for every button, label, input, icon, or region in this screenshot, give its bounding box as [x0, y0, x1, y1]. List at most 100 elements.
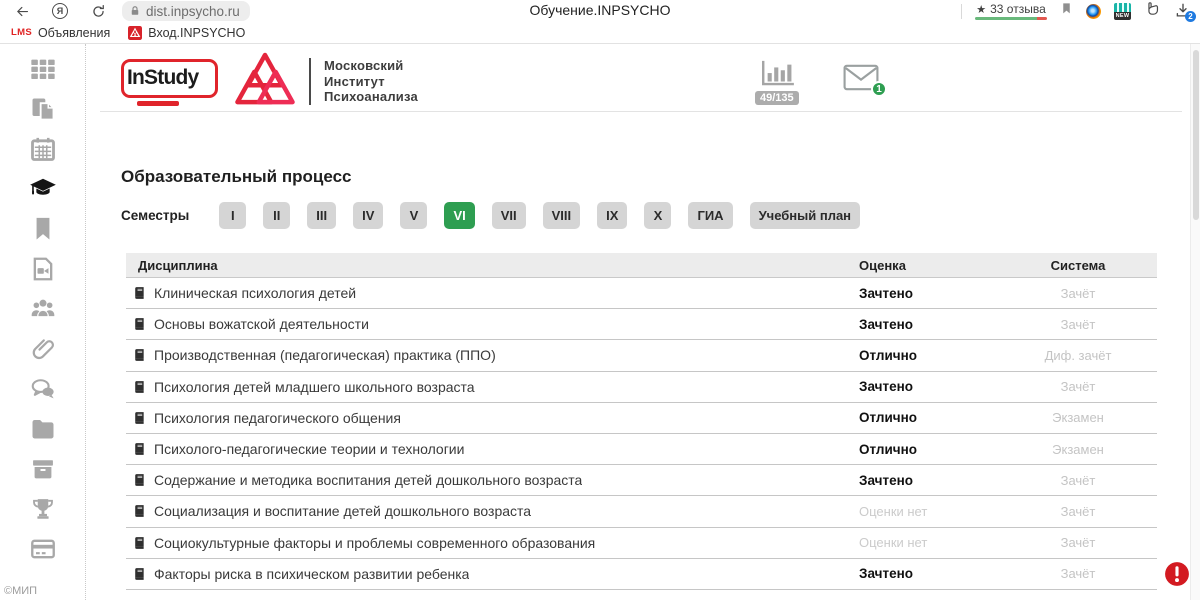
reload-icon [91, 4, 106, 19]
semester-button-i[interactable]: I [219, 202, 246, 229]
book-icon [132, 286, 146, 300]
table-row[interactable]: Производственная (педагогическая) практи… [126, 340, 1157, 371]
bookmark-label: Объявления [38, 26, 110, 40]
grade-value: Зачтено [859, 473, 999, 488]
address-bar[interactable]: dist.inpsycho.ru [122, 1, 250, 21]
discipline-cell[interactable]: Психология педагогического общения [126, 410, 859, 426]
site-reviews-button[interactable]: ★ 33 отзыва [975, 2, 1047, 20]
semester-button-vi[interactable]: VI [444, 202, 474, 229]
sidebar-item-messages[interactable] [28, 377, 58, 405]
semester-button-vii[interactable]: VII [492, 202, 526, 229]
extension-browser-icon[interactable] [1086, 4, 1101, 19]
sidebar-item-files[interactable] [28, 417, 58, 445]
table-row[interactable]: Социокультурные факторы и проблемы совре… [126, 528, 1157, 559]
mip-logo-icon [233, 51, 297, 107]
sidebar-item-achievements[interactable] [28, 497, 58, 525]
discipline-cell[interactable]: Факторы риска в психическом развитии реб… [126, 566, 859, 582]
discipline-name: Психология детей младшего школьного возр… [154, 379, 475, 395]
logo-divider [309, 58, 311, 105]
extension-new-icon[interactable]: NEW [1114, 3, 1131, 20]
semester-button-v[interactable]: V [400, 202, 427, 229]
sidebar-item-attachments[interactable] [28, 337, 58, 365]
instudy-logo[interactable]: InStudy [121, 59, 218, 107]
payments-icon [29, 535, 57, 568]
discipline-name: Социализация и воспитание детей дошкольн… [154, 503, 531, 519]
bookmark-item-login[interactable]: Вход.INPSYCHO [124, 26, 249, 40]
reload-button[interactable] [86, 1, 110, 21]
book-icon [132, 473, 146, 487]
instudy-logo-text: InStudy [127, 66, 198, 90]
table-row[interactable]: Основы вожатской деятельностиЗачтеноЗачё… [126, 309, 1157, 340]
table-header: Дисциплина Оценка Система [126, 253, 1157, 278]
progress-stats-button[interactable]: 49/135 [755, 59, 799, 105]
achievements-icon [29, 495, 57, 528]
table-row[interactable]: Психолого-педагогические теории и технол… [126, 434, 1157, 465]
rating-bar [975, 17, 1047, 20]
sidebar-item-documents[interactable] [28, 97, 58, 125]
sidebar-item-education[interactable] [28, 177, 58, 205]
browser-nav-buttons: Я dist.inpsycho.ru [0, 1, 250, 21]
back-button[interactable] [10, 1, 34, 21]
discipline-cell[interactable]: Социокультурные факторы и проблемы совре… [126, 535, 859, 551]
files-icon [29, 415, 57, 448]
book-icon [132, 380, 146, 394]
discipline-name: Факторы риска в психическом развитии реб… [154, 566, 469, 582]
bookmark-icon [29, 215, 57, 248]
sidebar-item-groups[interactable] [28, 297, 58, 325]
semester-button-гиа[interactable]: ГИА [688, 202, 732, 229]
semester-button-ii[interactable]: II [263, 202, 290, 229]
bookmark-label: Вход.INPSYCHO [148, 26, 245, 40]
toolbar-separator [961, 4, 962, 19]
semester-button-iii[interactable]: III [307, 202, 336, 229]
downloads-button[interactable]: 2 [1174, 2, 1192, 20]
discipline-name: Основы вожатской деятельности [154, 316, 369, 332]
scrollbar-thumb[interactable] [1193, 50, 1199, 220]
grade-value: Отлично [859, 348, 999, 363]
discipline-cell[interactable]: Психология детей младшего школьного возр… [126, 379, 859, 395]
discipline-cell[interactable]: Клиническая психология детей [126, 285, 859, 301]
table-row[interactable]: Клиническая психология детейЗачтеноЗачёт [126, 278, 1157, 309]
mail-button[interactable]: 1 [843, 64, 879, 91]
table-row[interactable]: Психология детей младшего школьного возр… [126, 372, 1157, 403]
book-icon [132, 504, 146, 518]
new-icon-pattern [1114, 3, 1131, 12]
institute-name-line: Московский [324, 58, 418, 74]
browser-toolbar: Я dist.inpsycho.ru Обучение.INPSYCHO ★ 3… [0, 0, 1200, 22]
alert-badge[interactable] [1164, 561, 1190, 587]
sidebar-item-payments[interactable] [28, 537, 58, 565]
extension-hand-icon[interactable] [1144, 0, 1161, 22]
system-value: Зачёт [999, 379, 1157, 394]
table-row[interactable]: Психология педагогического общенияОтличн… [126, 403, 1157, 434]
sidebar-item-apps-grid[interactable] [28, 57, 58, 85]
yandex-home-button[interactable]: Я [48, 1, 72, 21]
scrollbar[interactable] [1190, 44, 1200, 600]
sidebar-item-video-materials[interactable] [28, 257, 58, 285]
progress-badge: 49/135 [755, 91, 799, 105]
bookmark-page-button[interactable] [1060, 1, 1073, 21]
institute-name-line: Институт [324, 74, 418, 90]
system-value: Экзамен [999, 410, 1157, 425]
discipline-cell[interactable]: Основы вожатской деятельности [126, 316, 859, 332]
sidebar-item-bookmark[interactable] [28, 217, 58, 245]
semester-button-ix[interactable]: IX [597, 202, 627, 229]
sidebar-item-archive[interactable] [28, 457, 58, 485]
table-row[interactable]: Социализация и воспитание детей дошкольн… [126, 496, 1157, 527]
semester-button-учебный-план[interactable]: Учебный план [750, 202, 860, 229]
book-icon [132, 567, 146, 581]
bar-chart-icon [757, 59, 797, 89]
semester-button-viii[interactable]: VIII [543, 202, 581, 229]
system-value: Зачёт [999, 535, 1157, 550]
bookmark-item-announcements[interactable]: LMS Объявления [7, 26, 114, 40]
discipline-cell[interactable]: Содержание и методика воспитания детей д… [126, 472, 859, 488]
table-row[interactable]: Факторы риска в психическом развитии реб… [126, 559, 1157, 590]
discipline-cell[interactable]: Производственная (педагогическая) практи… [126, 347, 859, 363]
table-row[interactable]: Содержание и методика воспитания детей д… [126, 465, 1157, 496]
semester-button-x[interactable]: X [644, 202, 671, 229]
discipline-cell[interactable]: Социализация и воспитание детей дошкольн… [126, 503, 859, 519]
page-title: Образовательный процесс [121, 167, 351, 187]
sidebar-item-calendar[interactable] [28, 137, 58, 165]
semester-button-iv[interactable]: IV [353, 202, 383, 229]
discipline-cell[interactable]: Психолого-педагогические теории и технол… [126, 441, 859, 457]
grade-value: Зачтено [859, 566, 999, 581]
sidebar-footer: ©МИП [4, 585, 37, 597]
